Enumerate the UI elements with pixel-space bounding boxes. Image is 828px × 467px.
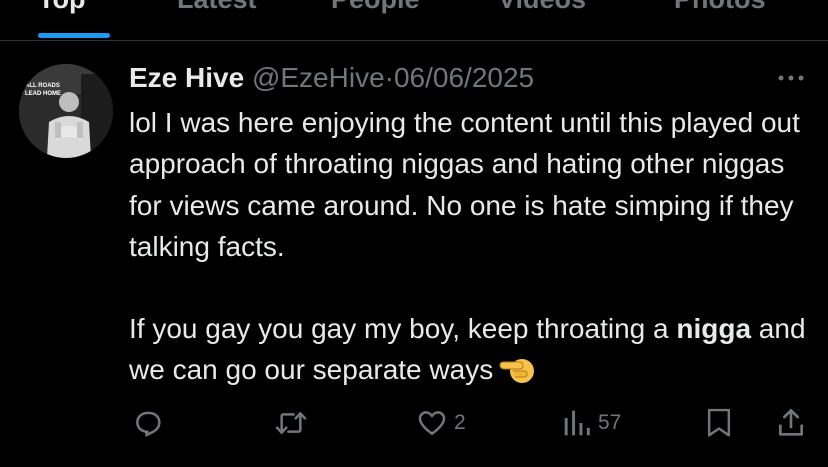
like-count: 2 xyxy=(454,411,466,434)
author-handle[interactable]: @EzeHive xyxy=(252,62,385,93)
more-options-button[interactable] xyxy=(776,64,806,92)
highlighted-search-term: nigga xyxy=(676,313,752,345)
views-icon xyxy=(564,410,590,436)
post-header: Eze Hive @EzeHive·06/06/2025 xyxy=(129,61,534,95)
tab-people[interactable]: People xyxy=(331,0,420,15)
avatar-caption-line2: LEAD HOME xyxy=(25,91,61,97)
post-text: lol I was here enjoying the content unti… xyxy=(129,102,809,397)
tab-photos[interactable]: Photos xyxy=(674,0,766,15)
avatar[interactable]: ALL ROADS LEAD HOME xyxy=(19,64,113,158)
share-button[interactable] xyxy=(775,400,807,446)
header-separator: · xyxy=(384,62,394,93)
reply-button[interactable] xyxy=(132,400,170,446)
tab-videos[interactable]: Videos xyxy=(498,0,586,15)
heart-icon xyxy=(418,411,446,435)
bookmark-button[interactable] xyxy=(705,400,733,446)
views-button[interactable]: 57 xyxy=(562,400,621,446)
post-paragraph-1: lol I was here enjoying the content unti… xyxy=(129,107,800,262)
tab-latest[interactable]: Latest xyxy=(177,0,257,15)
repost-icon xyxy=(275,412,307,434)
avatar-photo: ALL ROADS LEAD HOME xyxy=(19,64,113,158)
tab-top[interactable]: Top xyxy=(38,0,85,15)
bookmark-icon xyxy=(707,408,731,437)
reply-icon xyxy=(136,411,161,437)
repost-button[interactable] xyxy=(273,400,315,446)
more-icon xyxy=(778,75,804,81)
share-icon xyxy=(779,409,803,436)
post-paragraph-2: If you gay you gay my boy, keep throatin… xyxy=(129,308,809,397)
post-paragraph-2-start: If you gay you gay my boy, keep throatin… xyxy=(129,313,677,345)
search-tabs: Top Latest People Videos Photos xyxy=(0,0,828,41)
backhand-index-pointing-left-emoji xyxy=(497,353,535,396)
author-name[interactable]: Eze Hive xyxy=(129,62,244,93)
avatar-caption-line1: ALL ROADS xyxy=(25,83,60,89)
post-action-bar: 2 57 xyxy=(0,400,828,446)
like-button[interactable]: 2 xyxy=(416,400,466,446)
active-tab-indicator xyxy=(38,33,110,38)
post-date[interactable]: 06/06/2025 xyxy=(394,62,534,93)
views-count: 57 xyxy=(598,411,622,434)
